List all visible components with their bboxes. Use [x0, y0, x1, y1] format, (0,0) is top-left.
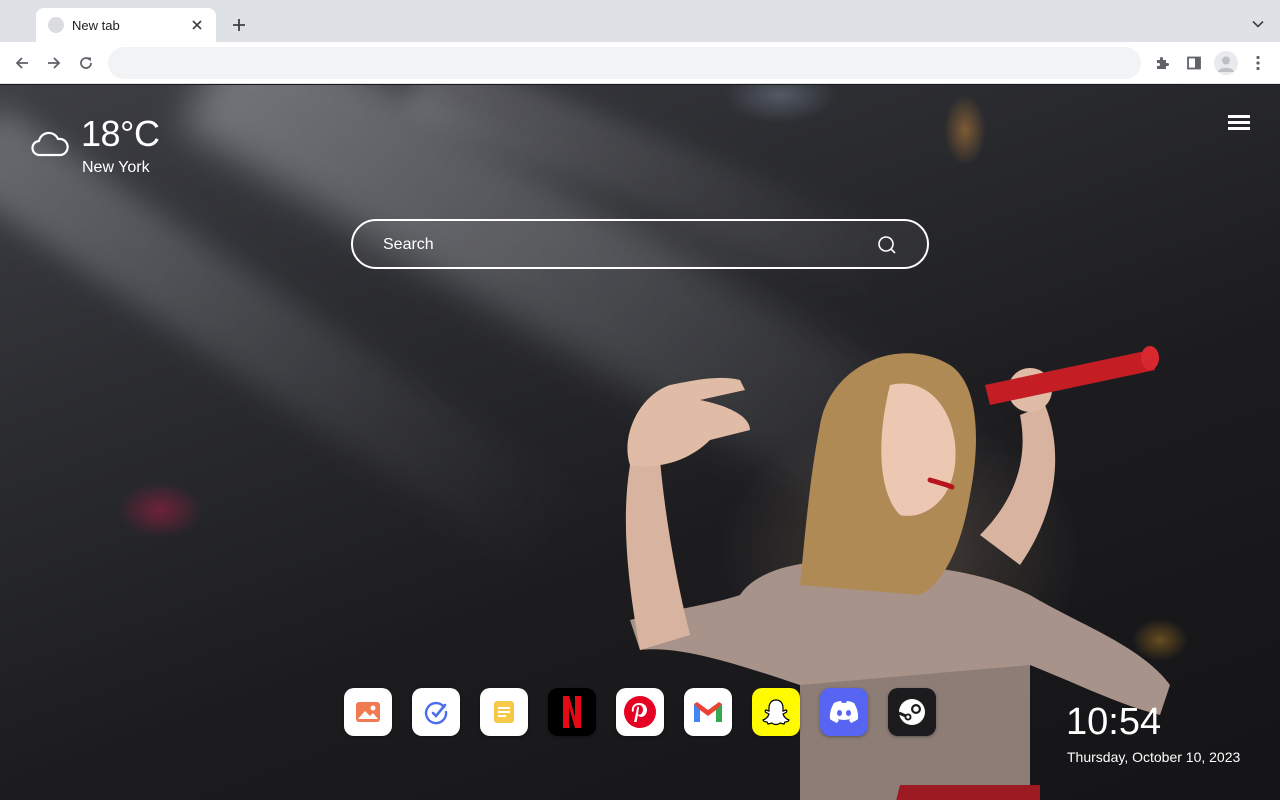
app-steam[interactable]: [888, 688, 936, 736]
hamburger-icon-bar: [1228, 121, 1250, 124]
clock-date: Thursday, October 10, 2023: [1067, 749, 1241, 765]
search-box[interactable]: [351, 219, 929, 269]
gmail-icon: [694, 702, 722, 722]
weather-city[interactable]: New York: [82, 159, 150, 177]
search-icon[interactable]: [877, 235, 897, 255]
side-panel-button[interactable]: [1182, 51, 1206, 75]
address-bar[interactable]: [108, 47, 1141, 79]
forward-button[interactable]: [42, 51, 66, 75]
extensions-button[interactable]: [1150, 51, 1174, 75]
arrow-right-icon: [48, 57, 61, 69]
app-notes[interactable]: [480, 688, 528, 736]
reload-icon: [80, 57, 92, 69]
app-netflix[interactable]: [548, 688, 596, 736]
new-tab-button[interactable]: [228, 14, 250, 36]
user-icon: [1218, 56, 1234, 72]
plus-icon: [233, 19, 245, 31]
note-icon: [494, 701, 514, 723]
tab-strip: New tab: [0, 0, 1280, 42]
puzzle-icon: [1157, 57, 1169, 69]
app-discord[interactable]: [820, 688, 868, 736]
app-tasks[interactable]: [412, 688, 460, 736]
hamburger-icon-bar: [1228, 127, 1250, 130]
more-vert-icon: [1256, 55, 1260, 71]
reload-button[interactable]: [74, 51, 98, 75]
steam-icon: [898, 699, 925, 725]
snapchat-icon: [762, 699, 790, 726]
discord-icon: [829, 701, 859, 723]
browser-menu-button[interactable]: [1246, 51, 1270, 75]
weather-temperature: 18°C: [81, 113, 160, 154]
chevron-down-icon: [1252, 20, 1264, 28]
close-icon: [192, 20, 202, 30]
app-snapchat[interactable]: [752, 688, 800, 736]
check-icon: [424, 701, 448, 725]
tab-title: New tab: [72, 17, 120, 33]
tab-favicon-icon: [48, 17, 64, 33]
search-input[interactable]: [383, 234, 863, 256]
hamburger-icon-bar: [1228, 115, 1250, 118]
app-gmail[interactable]: [684, 688, 732, 736]
photo-icon: [356, 702, 380, 722]
cloud-icon: [31, 131, 69, 157]
profile-avatar[interactable]: [1214, 51, 1238, 75]
side-panel-icon: [1187, 56, 1201, 70]
clock-time: 10:54: [1066, 701, 1162, 743]
tab-new-tab[interactable]: New tab: [36, 8, 216, 42]
tab-search-button[interactable]: [1248, 14, 1268, 34]
app-pinterest[interactable]: [616, 688, 664, 736]
arrow-left-icon: [15, 57, 28, 69]
page-menu-button[interactable]: [1228, 115, 1250, 135]
app-dock: [344, 688, 936, 736]
browser-toolbar: [0, 42, 1280, 84]
app-photos[interactable]: [344, 688, 392, 736]
back-button[interactable]: [10, 51, 34, 75]
netflix-icon: [563, 696, 581, 728]
new-tab-page: 18°C New York Search 10:54 Thursday, Oct…: [0, 85, 1280, 800]
tab-close-button[interactable]: [188, 16, 206, 34]
pinterest-icon: [624, 696, 656, 728]
